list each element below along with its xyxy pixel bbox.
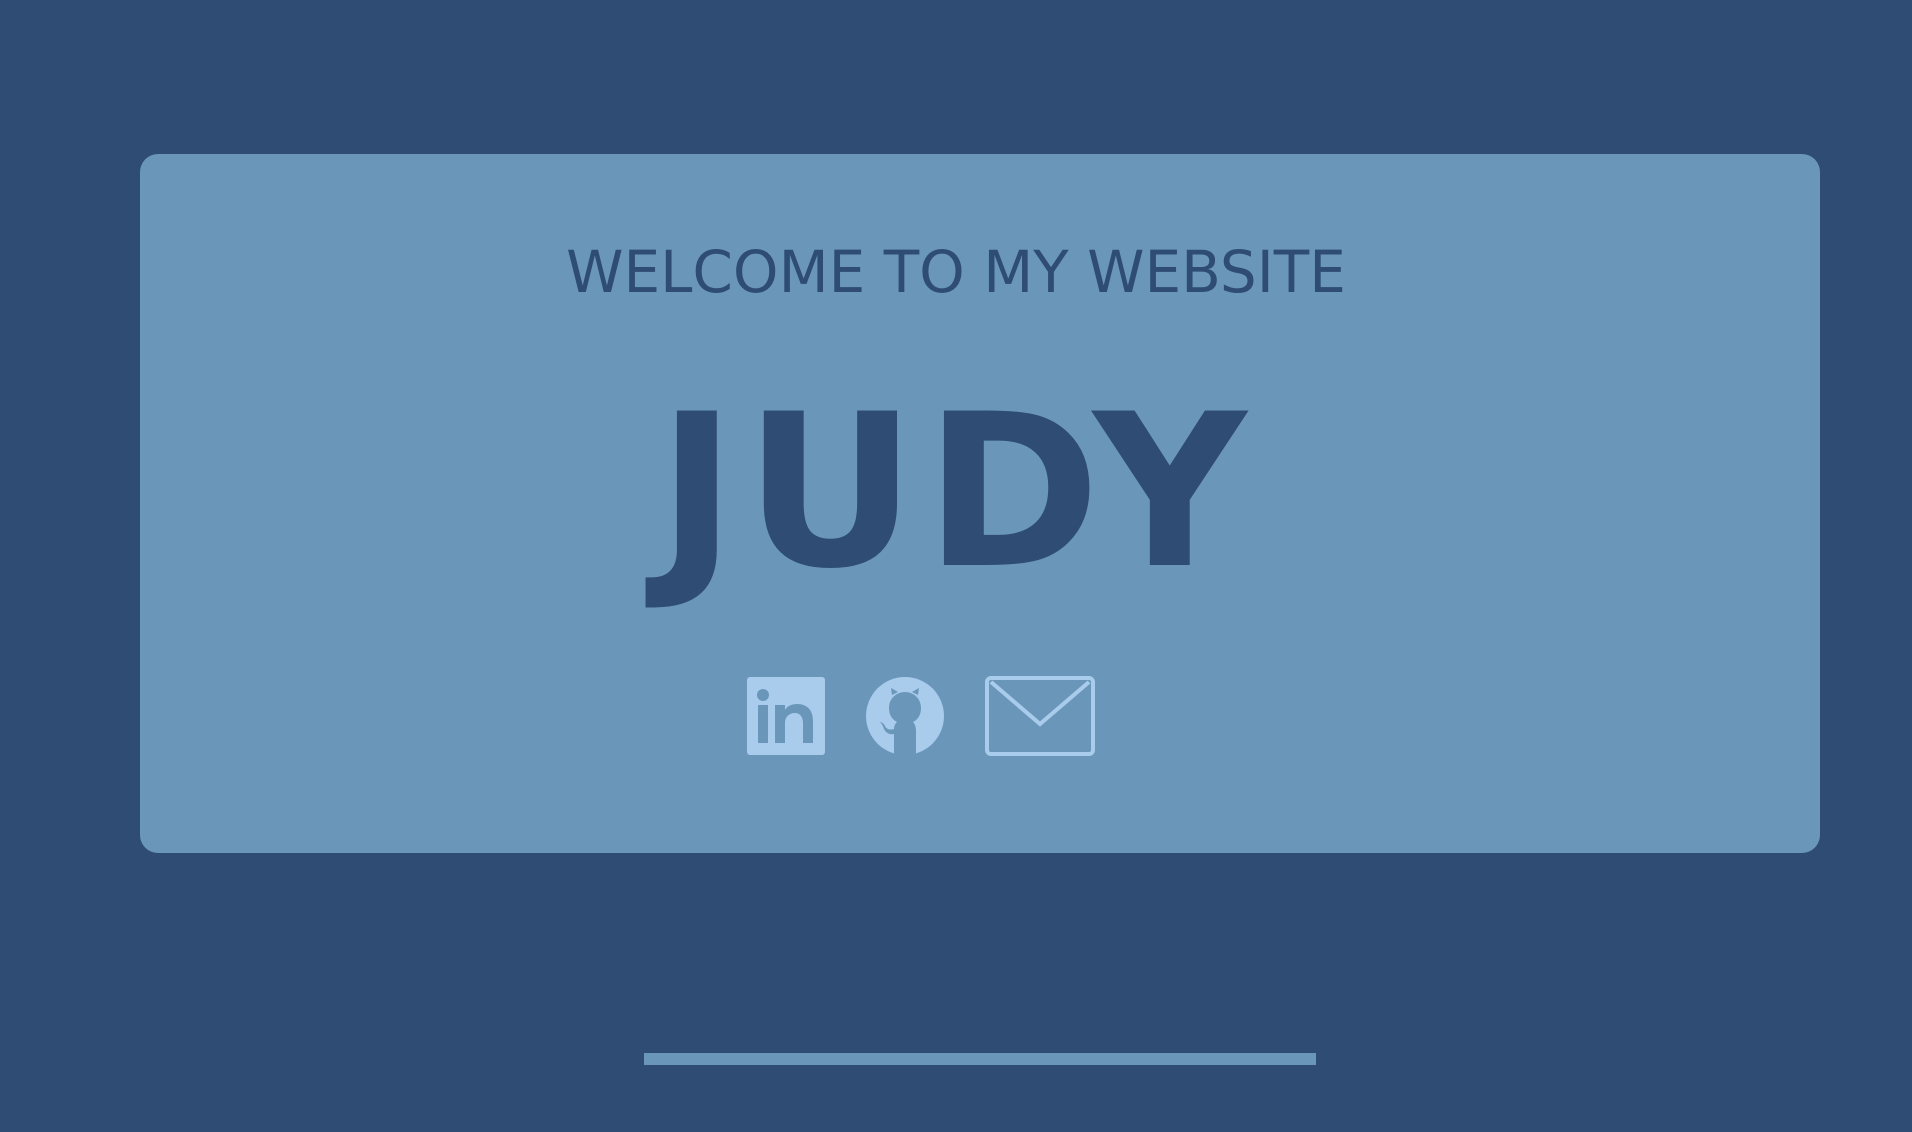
linkedin-icon (747, 677, 825, 755)
page: WELCOME TO MY WEBSITE JUDY (0, 0, 1912, 1132)
linkedin-link[interactable] (747, 677, 825, 755)
email-icon (985, 676, 1095, 756)
social-links (0, 676, 1912, 756)
github-icon (866, 677, 944, 756)
email-link[interactable] (985, 676, 1095, 756)
github-link[interactable] (865, 676, 945, 756)
welcome-heading: WELCOME TO MY WEBSITE (566, 238, 1346, 306)
divider-bar (644, 1053, 1316, 1065)
name-heading: JUDY (657, 368, 1255, 615)
